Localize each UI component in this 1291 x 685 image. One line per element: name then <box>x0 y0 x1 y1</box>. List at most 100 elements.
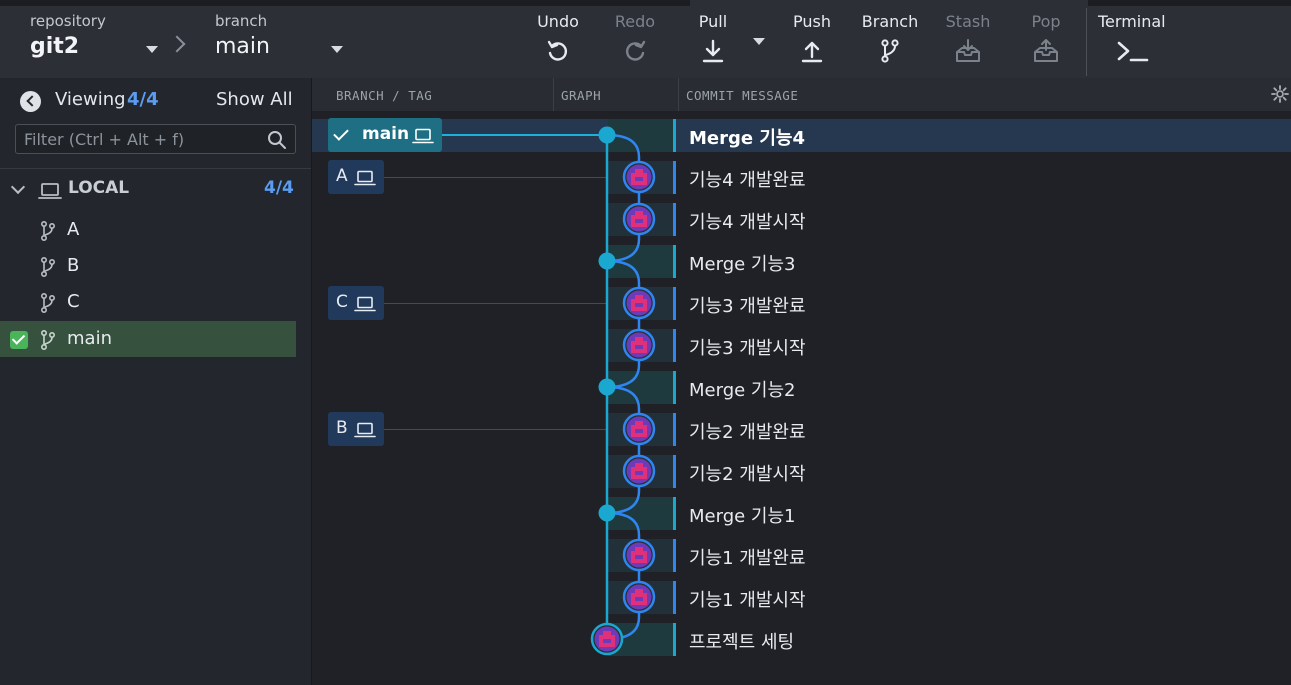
avatar-pixel <box>639 295 643 299</box>
avatar-pixel <box>635 551 639 555</box>
sidebar: Viewing 4/4 Show All LOCAL 4/4 A <box>0 78 312 685</box>
avatar-pixel <box>635 463 639 467</box>
stash-label: Stash <box>945 12 991 31</box>
avatar-pixel <box>639 349 643 353</box>
sidebar-branch-a[interactable]: A <box>0 212 296 248</box>
terminal-button[interactable]: Terminal <box>1098 10 1174 72</box>
redo-icon <box>626 40 646 61</box>
avatar-pixel <box>643 471 647 475</box>
local-section-header[interactable]: LOCAL 4/4 <box>0 174 312 206</box>
collapse-back-icon[interactable] <box>20 91 41 112</box>
branch-icon <box>881 39 899 63</box>
avatar-pixel <box>639 299 643 303</box>
push-button[interactable]: Push <box>775 10 849 72</box>
branch-picker[interactable]: branch main <box>215 10 270 62</box>
commit-message[interactable]: Merge 기능1 <box>689 502 795 528</box>
stash-button[interactable]: Stash <box>931 10 1005 72</box>
undo-label: Undo <box>537 12 579 31</box>
branch-button[interactable]: Branch <box>853 10 927 72</box>
avatar-pixel <box>643 555 647 559</box>
commit-message[interactable]: 기능4 개발완료 <box>689 166 806 192</box>
undo-button[interactable]: Undo <box>521 10 595 72</box>
branch-name: main <box>215 34 270 59</box>
merge-commit-node <box>598 504 616 522</box>
column-graph[interactable]: GRAPH <box>561 88 601 103</box>
avatar-pixel <box>635 421 639 425</box>
commit-message[interactable]: Merge 기능2 <box>689 376 795 402</box>
pull-button[interactable]: Pull <box>676 10 750 72</box>
avatar-pixel <box>643 307 647 311</box>
repository-dropdown-icon[interactable] <box>146 46 158 53</box>
commit-message[interactable]: 기능3 개발시작 <box>689 334 806 360</box>
toolbar-top-strip <box>0 0 1291 6</box>
avatar-pixel <box>639 593 643 597</box>
branch-label: Branch <box>861 12 919 31</box>
commit-message[interactable]: 기능3 개발완료 <box>689 292 806 318</box>
commit-message[interactable]: 기능1 개발완료 <box>689 544 806 570</box>
avatar-pixel <box>631 593 635 597</box>
pop-label: Pop <box>1031 12 1061 31</box>
avatar-pixel <box>607 635 611 639</box>
avatar-pixel <box>643 215 647 219</box>
show-all-button[interactable]: Show All <box>216 89 293 110</box>
commit-message[interactable]: 기능2 개발완료 <box>689 418 806 444</box>
terminal-icon <box>1117 41 1149 62</box>
sidebar-branch-label: C <box>67 291 80 312</box>
sidebar-branch-main[interactable]: main <box>0 321 296 357</box>
pop-icon <box>1034 39 1058 62</box>
viewing-label: Viewing <box>55 89 126 110</box>
commit-message[interactable]: 기능2 개발시작 <box>689 460 806 486</box>
avatar-pixel <box>643 601 647 605</box>
repository-picker[interactable]: repository git2 <box>30 10 106 62</box>
terminal-label: Terminal <box>1098 12 1166 31</box>
avatar-pixel <box>639 547 643 551</box>
avatar-pixel <box>643 433 647 437</box>
avatar-pixel <box>639 425 643 429</box>
avatar-pixel <box>639 559 643 563</box>
filter-field[interactable] <box>15 124 296 154</box>
sidebar-branch-label: B <box>67 255 80 276</box>
avatar-pixel <box>603 635 607 639</box>
toolbar-top-strip-active <box>690 0 1088 6</box>
avatar-pixel <box>639 467 643 471</box>
avatar-pixel <box>611 639 615 643</box>
pull-options-dropdown-icon[interactable] <box>753 38 765 45</box>
search-icon <box>268 131 286 149</box>
avatar-pixel <box>635 601 639 605</box>
branch-caption: branch <box>215 12 268 30</box>
merge-commit-node <box>598 378 616 396</box>
branch-icon <box>41 257 56 277</box>
avatar-pixel <box>631 601 635 605</box>
pop-button[interactable]: Pop <box>1009 10 1083 72</box>
avatar-pixel <box>631 299 635 303</box>
column-branch-tag[interactable]: BRANCH / TAG <box>336 88 432 103</box>
toolbar: repository git2 branch main Undo Redo Pu… <box>0 0 1291 78</box>
avatar-pixel <box>631 471 635 475</box>
commit-message[interactable]: Merge 기능4 <box>689 124 805 150</box>
redo-button[interactable]: Redo <box>598 10 672 72</box>
chevron-down-icon[interactable] <box>10 179 26 195</box>
avatar-pixel <box>643 475 647 479</box>
commit-message[interactable]: 기능1 개발시작 <box>689 586 806 612</box>
sidebar-branch-c[interactable]: C <box>0 284 296 320</box>
repository-caption: repository <box>30 12 106 30</box>
branch-icon <box>41 330 56 350</box>
avatar-pixel <box>639 463 643 467</box>
column-commit-message[interactable]: COMMIT MESSAGE <box>686 88 798 103</box>
commit-message[interactable]: Merge 기능3 <box>689 250 795 276</box>
avatar-pixel <box>643 223 647 227</box>
chevron-right-icon <box>168 35 186 53</box>
avatar-pixel <box>643 349 647 353</box>
column-separator[interactable] <box>678 78 679 111</box>
branch-dropdown-icon[interactable] <box>331 46 343 53</box>
merge-commit-node <box>598 252 616 270</box>
avatar-pixel <box>635 173 639 177</box>
commit-message[interactable]: 기능4 개발시작 <box>689 208 806 234</box>
sidebar-branch-b[interactable]: B <box>0 248 296 284</box>
avatar-pixel <box>639 169 643 173</box>
gear-icon[interactable] <box>1271 85 1289 103</box>
commit-message[interactable]: 프로젝트 세팅 <box>689 628 794 654</box>
column-separator[interactable] <box>553 78 554 111</box>
avatar-pixel <box>611 635 615 639</box>
filter-input[interactable] <box>16 125 256 153</box>
